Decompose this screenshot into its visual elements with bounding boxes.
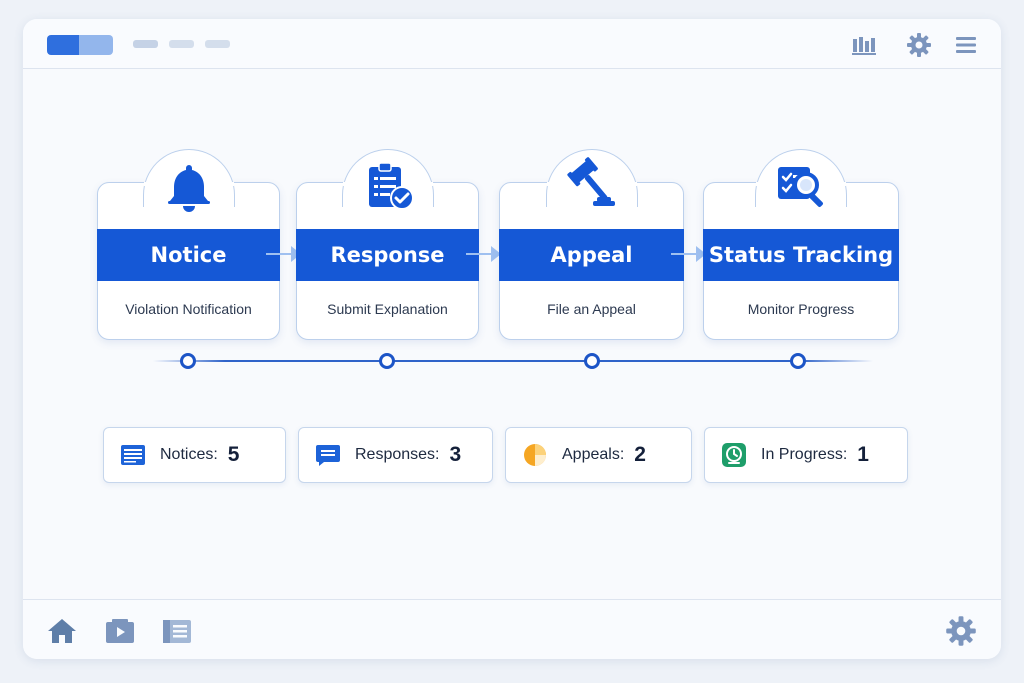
step-title: Response [296, 229, 479, 281]
stat-value: 2 [634, 443, 646, 466]
gear-icon[interactable] [906, 32, 932, 58]
nav-placeholder-1[interactable] [133, 40, 158, 48]
stat-label: Notices: [160, 446, 218, 463]
home-icon[interactable] [46, 615, 78, 647]
logo-left[interactable] [47, 35, 79, 55]
document-icon [120, 442, 146, 468]
step-card-status-tracking[interactable]: Status Tracking Monitor Progress [703, 149, 899, 340]
gear-icon[interactable] [945, 615, 977, 647]
app-window: Notice Violation Notification Response S… [23, 19, 1001, 659]
step-card-appeal[interactable]: Appeal File an Appeal [499, 149, 684, 340]
nav-placeholder-2[interactable] [169, 40, 194, 48]
timeline-node[interactable] [584, 353, 600, 369]
clock-icon [721, 442, 747, 468]
bottom-bar [23, 599, 1001, 659]
step-subtitle: Monitor Progress [747, 301, 855, 317]
stat-value: 5 [227, 443, 240, 466]
chat-icon [315, 442, 341, 468]
pie-icon [522, 442, 548, 468]
timeline-node[interactable] [379, 353, 395, 369]
stat-label: In Progress: [761, 446, 848, 463]
stat-in-progress[interactable]: In Progress: 1 [704, 427, 908, 483]
stat-value: 1 [857, 443, 869, 466]
step-subtitle: File an Appeal [547, 301, 636, 317]
step-card-response[interactable]: Response Submit Explanation [296, 149, 479, 340]
stat-appeals[interactable]: Appeals: 2 [505, 427, 692, 483]
magnifier-checklist-icon [772, 157, 830, 215]
stat-label: Appeals: [562, 446, 625, 463]
step-title: Status Tracking [703, 229, 899, 281]
step-title: Appeal [499, 229, 684, 281]
menu-icon[interactable] [953, 32, 979, 58]
progress-timeline [153, 360, 873, 362]
stat-value: 3 [449, 443, 462, 466]
stat-responses[interactable]: Responses: 3 [298, 427, 493, 483]
step-title: Notice [97, 229, 280, 281]
video-icon[interactable] [104, 615, 136, 647]
top-bar [23, 19, 1001, 69]
workflow-stage: Notice Violation Notification Response S… [23, 70, 1001, 600]
timeline-node[interactable] [180, 353, 196, 369]
step-subtitle: Violation Notification [125, 301, 252, 317]
stat-notices[interactable]: Notices: 5 [103, 427, 286, 483]
notebook-icon[interactable] [161, 615, 193, 647]
gavel-icon [563, 157, 621, 215]
step-subtitle: Submit Explanation [327, 301, 448, 317]
bar-chart-icon[interactable] [851, 32, 877, 58]
clipboard-check-icon [359, 157, 417, 215]
timeline-node[interactable] [790, 353, 806, 369]
logo-right[interactable] [79, 35, 113, 55]
stat-label: Responses: [355, 446, 440, 463]
nav-placeholder-3[interactable] [205, 40, 230, 48]
step-card-notice[interactable]: Notice Violation Notification [97, 149, 280, 340]
bell-icon [160, 157, 218, 215]
